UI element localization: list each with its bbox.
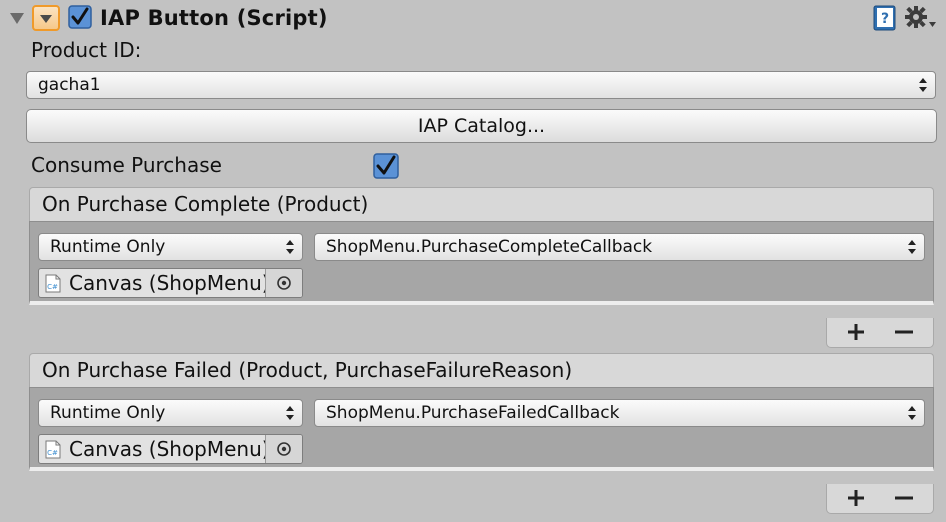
call-state-dropdown[interactable]: Runtime Only (38, 399, 303, 427)
target-object-field[interactable]: C# Canvas (ShopMenu) (38, 268, 303, 298)
object-picker-icon (277, 442, 291, 456)
dropdown-arrows-icon (908, 240, 916, 254)
function-dropdown[interactable]: ShopMenu.PurchaseCompleteCallback (314, 233, 925, 261)
plus-icon[interactable] (841, 486, 871, 510)
target-object-field[interactable]: C# Canvas (ShopMenu) (38, 434, 303, 464)
call-state-dropdown[interactable]: Runtime Only (38, 233, 303, 261)
target-object-value: Canvas (ShopMenu) (69, 271, 265, 295)
event-list-footer (826, 484, 934, 514)
dropdown-arrows-icon (286, 240, 294, 254)
consume-purchase-checkbox[interactable] (373, 153, 399, 179)
product-id-label: Product ID: (31, 38, 142, 62)
product-id-value: gacha1 (38, 75, 101, 95)
csharp-script-icon: C# (45, 274, 61, 293)
csharp-script-icon: C# (45, 440, 61, 459)
object-picker-button[interactable] (265, 269, 302, 297)
event-header-purchase-complete: On Purchase Complete (Product) (29, 187, 934, 221)
svg-text:?: ? (881, 11, 889, 27)
dropdown-arrows-icon (286, 406, 294, 420)
minus-icon[interactable] (889, 320, 919, 344)
function-dropdown[interactable]: ShopMenu.PurchaseFailedCallback (314, 399, 925, 427)
iap-catalog-button[interactable]: IAP Catalog... (26, 109, 937, 143)
object-picker-icon (277, 276, 291, 290)
call-state-value: Runtime Only (50, 237, 166, 257)
product-id-dropdown[interactable]: gacha1 (26, 71, 936, 99)
enable-checkbox[interactable] (68, 5, 92, 29)
foldout-arrow-icon[interactable] (10, 13, 24, 24)
dropdown-arrows-icon (919, 78, 927, 92)
gear-icon[interactable] (905, 5, 937, 31)
event-list-footer (826, 318, 934, 348)
plus-icon[interactable] (841, 320, 871, 344)
svg-text:C#: C# (47, 449, 58, 457)
component-icon[interactable] (32, 5, 60, 31)
function-value: ShopMenu.PurchaseFailedCallback (326, 403, 620, 423)
component-header: IAP Button (Script) ? (0, 0, 946, 38)
object-picker-button[interactable] (265, 435, 302, 463)
minus-icon[interactable] (889, 486, 919, 510)
call-state-value: Runtime Only (50, 403, 166, 423)
function-value: ShopMenu.PurchaseCompleteCallback (326, 237, 653, 257)
event-header-purchase-failed: On Purchase Failed (Product, PurchaseFai… (29, 353, 934, 387)
consume-purchase-label: Consume Purchase (31, 153, 222, 177)
component-title: IAP Button (Script) (100, 6, 328, 30)
dropdown-arrows-icon (908, 406, 916, 420)
target-object-value: Canvas (ShopMenu) (69, 437, 265, 461)
svg-text:C#: C# (47, 283, 58, 291)
help-book-icon[interactable]: ? (872, 5, 898, 31)
